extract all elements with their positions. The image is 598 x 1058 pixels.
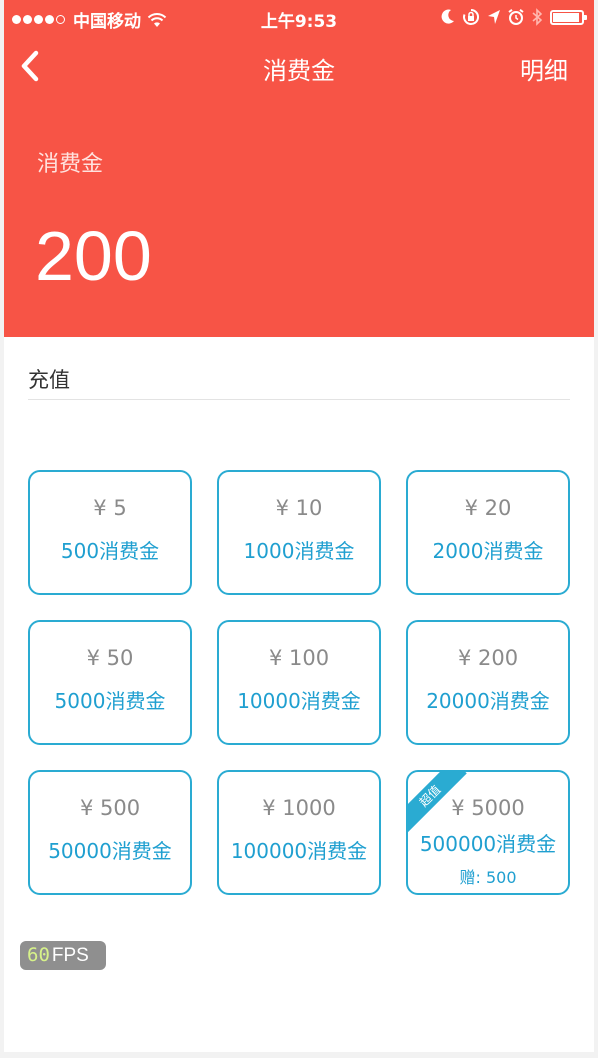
recharge-package-card[interactable]: ¥ 100 10000消费金 (217, 620, 381, 745)
package-price: ¥ 100 (268, 646, 330, 670)
battery-icon (550, 9, 587, 25)
package-price: ¥ 1000 (262, 796, 336, 820)
package-amount: 10000消费金 (237, 689, 361, 713)
section-divider (28, 399, 570, 400)
package-amount: 1000消费金 (243, 539, 355, 563)
package-amount: 100000消费金 (230, 839, 368, 863)
status-right (441, 8, 587, 26)
package-amount: 50000消费金 (48, 839, 172, 863)
page-title: 消费金 (263, 57, 335, 85)
recharge-package-card[interactable]: ¥ 50 5000消费金 (28, 620, 192, 745)
details-button[interactable]: 明细 (520, 51, 568, 86)
location-arrow-icon (488, 10, 500, 24)
balance-label: 消费金 (37, 152, 104, 177)
recharge-package-card[interactable]: ¥ 20 2000消费金 (406, 470, 570, 595)
recharge-package-card[interactable]: ¥ 500 50000消费金 (28, 770, 192, 895)
fps-value: 60 (27, 944, 50, 966)
package-price: ¥ 10 (275, 496, 323, 520)
header: 中国移动 上午9:53 消费金 明细 消费金 200 (4, 0, 594, 337)
app-screen: 中国移动 上午9:53 消费金 明细 消费金 200 充值 ¥ 5 500消费金… (4, 0, 594, 1052)
package-bonus: 赠: 500 (459, 868, 517, 887)
package-price: ¥ 5 (93, 496, 127, 520)
package-price: ¥ 20 (464, 496, 512, 520)
moon-icon (441, 9, 454, 24)
fps-label: FPS (51, 945, 89, 966)
package-price: ¥ 500 (79, 796, 141, 820)
rotation-lock-icon (463, 8, 480, 25)
package-amount: 5000消费金 (54, 689, 166, 713)
balance-value: 200 (35, 217, 152, 295)
recharge-package-card[interactable]: ¥ 5 500消费金 (28, 470, 192, 595)
recharge-section-title: 充值 (28, 368, 70, 392)
package-price: ¥ 50 (86, 646, 134, 670)
package-amount: 20000消费金 (426, 689, 550, 713)
package-amount: 500消费金 (60, 539, 160, 563)
recharge-package-card[interactable]: 超值 ¥ 5000 500000消费金 赠: 500 (406, 770, 570, 895)
status-bar: 中国移动 上午9:53 (4, 0, 594, 36)
package-price: ¥ 200 (457, 646, 519, 670)
package-price: ¥ 5000 (451, 796, 525, 820)
package-amount: 500000消费金 (419, 832, 557, 856)
navigation-bar: 消费金 明细 (4, 36, 594, 96)
recharge-package-card[interactable]: ¥ 1000 100000消费金 (217, 770, 381, 895)
recharge-package-card[interactable]: ¥ 200 20000消费金 (406, 620, 570, 745)
bluetooth-icon (532, 8, 543, 26)
alarm-icon (508, 9, 524, 25)
recharge-package-card[interactable]: ¥ 10 1000消费金 (217, 470, 381, 595)
package-amount: 2000消费金 (432, 539, 544, 563)
fps-counter: 60 FPS (20, 941, 106, 970)
